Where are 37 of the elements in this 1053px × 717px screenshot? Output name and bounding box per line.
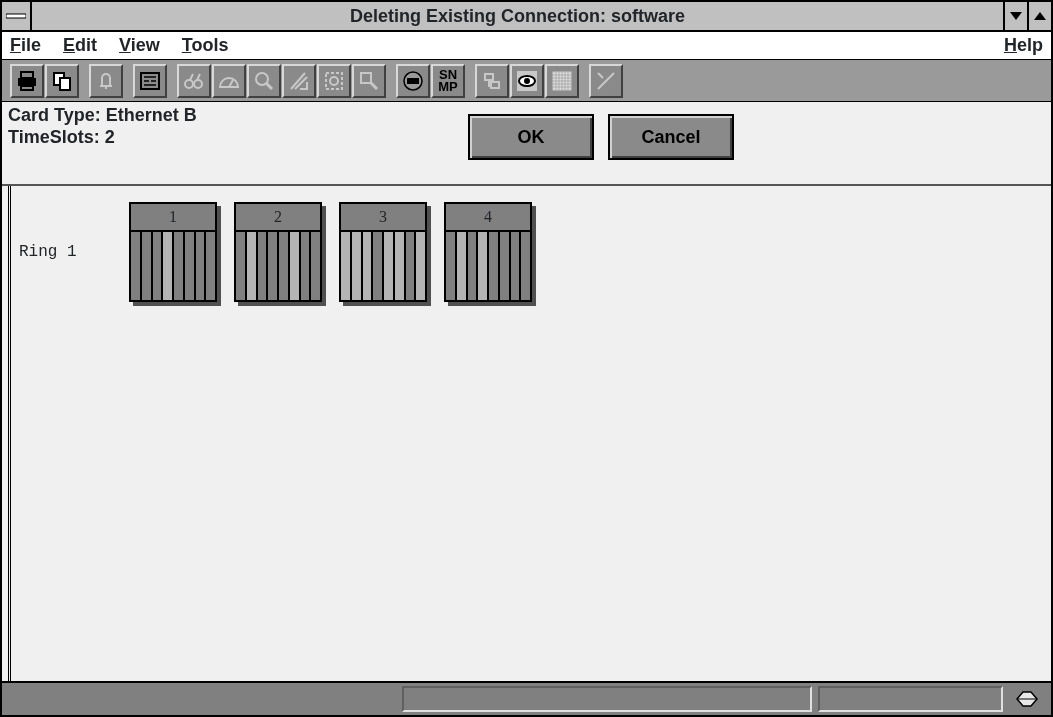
- menu-item[interactable]: Edit: [63, 32, 98, 59]
- card-number: 3: [341, 204, 425, 232]
- window-title: Deleting Existing Connection: software: [32, 2, 1003, 30]
- card-number: 1: [131, 204, 215, 232]
- minimize-button[interactable]: [1003, 2, 1027, 30]
- card-number: 2: [236, 204, 320, 232]
- toolbar-button[interactable]: [133, 63, 167, 98]
- menu-item[interactable]: Tools: [181, 32, 229, 59]
- toolbar-button[interactable]: [45, 63, 79, 98]
- snmp-button[interactable]: SN MP: [431, 63, 465, 98]
- status-icon: [1013, 689, 1041, 709]
- toolbar-button[interactable]: [510, 63, 544, 98]
- maximize-button[interactable]: [1027, 2, 1051, 30]
- system-menu-button[interactable]: [2, 2, 32, 30]
- zoom-icon: [358, 69, 380, 92]
- magnifier-icon: [253, 69, 275, 92]
- disk-icon: [402, 69, 424, 92]
- panel-icon: [139, 69, 161, 92]
- card-type-label: Card Type: Ethernet B: [8, 104, 198, 126]
- cancel-button[interactable]: Cancel: [608, 114, 734, 160]
- eye-icon: [516, 69, 538, 92]
- up-triangle-icon: [1034, 12, 1046, 20]
- card-number: 4: [446, 204, 530, 232]
- toolbar-button[interactable]: [396, 63, 430, 98]
- timeslots-label: TimeSlots: 2: [8, 126, 116, 148]
- dash-icon: [6, 13, 26, 19]
- copy-icon: [51, 69, 73, 92]
- ok-button[interactable]: OK: [468, 114, 594, 160]
- toolbar-button[interactable]: [10, 63, 44, 98]
- menu-item[interactable]: Help: [1004, 32, 1043, 59]
- cross-icon: [595, 69, 617, 92]
- grid-icon: [551, 69, 573, 92]
- printer-icon: [16, 69, 38, 92]
- down-triangle-icon: [1010, 12, 1022, 20]
- ring-label: Ring 1: [19, 242, 78, 263]
- menu-item[interactable]: File: [10, 32, 41, 59]
- menu-item[interactable]: View: [119, 32, 160, 59]
